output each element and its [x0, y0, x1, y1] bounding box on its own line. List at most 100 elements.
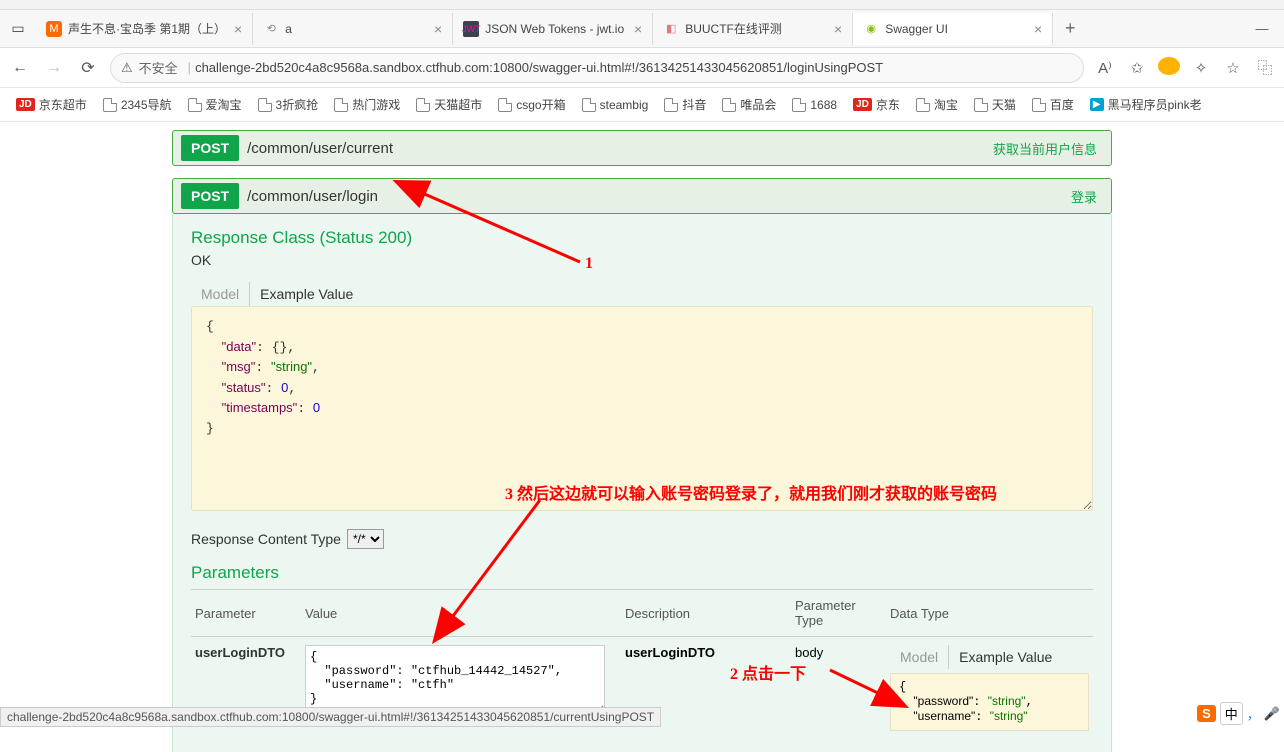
bookmarks-bar: JD京东超市 2345导航 爱淘宝 3折疯抢 热门游戏 天猫超市 csgo开箱 … [0, 88, 1284, 122]
swagger-content: POST /common/user/current 获取当前用户信息 POST … [0, 122, 1284, 752]
th-param-type: Parameter Type [791, 590, 886, 637]
sidebar-toggle-icon[interactable]: ▭ [0, 20, 36, 37]
content-type-label: Response Content Type [191, 531, 341, 547]
page-icon [664, 98, 678, 112]
ime-voice-icon: 🎤 [1264, 706, 1280, 722]
param-type: body [791, 637, 886, 740]
ime-comma-icon: ， [1247, 704, 1260, 723]
page-icon [103, 98, 117, 112]
bilibili-icon: ▶ [1090, 98, 1104, 111]
bookmark-item[interactable]: 热门游戏 [328, 94, 406, 115]
response-class-heading: Response Class (Status 200) [191, 228, 1093, 248]
th-data-type: Data Type [886, 590, 1093, 637]
param-value-input[interactable] [305, 645, 605, 715]
ime-lang: 中 [1220, 702, 1243, 725]
browser-tab-2[interactable]: JWT JSON Web Tokens - jwt.io × [453, 13, 653, 45]
star-icon[interactable]: ☆ [1222, 59, 1244, 77]
forward-button[interactable]: → [42, 59, 66, 77]
page-icon [258, 98, 272, 112]
jd-icon: JD [16, 98, 35, 111]
new-tab-button[interactable]: + [1053, 18, 1087, 39]
tab-close-icon[interactable]: × [434, 21, 442, 37]
page-icon [582, 98, 596, 112]
th-value: Value [301, 590, 621, 637]
sogou-icon: S [1197, 705, 1216, 722]
operation-desc: 获取当前用户信息 [993, 139, 1097, 158]
content-type-select[interactable]: */* [347, 529, 384, 549]
url-text: challenge-2bd520c4a8c9568a.sandbox.ctfhu… [195, 60, 883, 75]
browser-tab-3[interactable]: ◧ BUUCTF在线评测 × [653, 13, 853, 45]
page-icon [416, 98, 430, 112]
tab-close-icon[interactable]: × [634, 21, 642, 37]
status-bar: challenge-2bd520c4a8c9568a.sandbox.ctfhu… [0, 707, 661, 727]
bookmark-item[interactable]: 百度 [1026, 94, 1080, 115]
th-parameter: Parameter [191, 590, 301, 637]
tab-close-icon[interactable]: × [834, 21, 842, 37]
operation-header[interactable]: POST /common/user/login 登录 [172, 178, 1112, 214]
tab-strip: ▭ M 声生不息·宝岛季 第1期（上） × ⟲ a × JWT JSON Web… [0, 10, 1284, 48]
bookmark-item[interactable]: 1688 [786, 96, 843, 114]
dtype-tab-model[interactable]: Model [890, 645, 949, 669]
tab-model[interactable]: Model [191, 282, 250, 306]
operation-header[interactable]: POST /common/user/current 获取当前用户信息 [172, 130, 1112, 166]
tab-close-icon[interactable]: × [1034, 21, 1042, 37]
bookmark-item[interactable]: 2345导航 [97, 94, 178, 115]
page-icon [916, 98, 930, 112]
bookmark-item[interactable]: 淘宝 [910, 94, 964, 115]
ime-indicator[interactable]: S 中 ， 🎤 [1197, 702, 1280, 725]
operation-desc: 登录 [1071, 187, 1097, 206]
favicon: M [46, 21, 62, 37]
bookmark-item[interactable]: 天猫 [968, 94, 1022, 115]
bookmark-item[interactable]: steambig [576, 96, 655, 114]
browser-tab-1[interactable]: ⟲ a × [253, 13, 453, 45]
operation-path: /common/user/current [247, 140, 393, 157]
url-box[interactable]: ⚠ 不安全 | challenge-2bd520c4a8c9568a.sandb… [110, 53, 1084, 83]
dtype-tab-example[interactable]: Example Value [949, 645, 1062, 669]
parameters-heading: Parameters [191, 563, 1093, 583]
back-button[interactable]: ← [8, 59, 32, 77]
operation-body: Response Class (Status 200) OK Model Exa… [172, 214, 1112, 752]
operation-login: POST /common/user/login 登录 Response Clas… [172, 178, 1112, 752]
favicon: ◉ [863, 21, 879, 37]
tab-title: 声生不息·宝岛季 第1期（上） [68, 20, 226, 37]
profile-icon[interactable] [1158, 57, 1180, 79]
favorites-icon[interactable]: ✩ [1126, 59, 1148, 77]
tab-title: JSON Web Tokens - jwt.io [485, 22, 626, 36]
bookmark-item[interactable]: ▶黑马程序员pink老 [1084, 94, 1208, 115]
favicon: JWT [463, 21, 479, 37]
bookmark-item[interactable]: 抖音 [658, 94, 712, 115]
window-minimize[interactable]: — [1240, 21, 1284, 36]
browser-tab-0[interactable]: M 声生不息·宝岛季 第1期（上） × [36, 13, 253, 45]
bookmark-item[interactable]: 爱淘宝 [182, 94, 248, 115]
bookmark-item[interactable]: 天猫超市 [410, 94, 488, 115]
favicon: ⟲ [263, 21, 279, 37]
bookmark-item[interactable]: csgo开箱 [492, 94, 571, 115]
tab-title: BUUCTF在线评测 [685, 20, 826, 37]
browser-tab-4[interactable]: ◉ Swagger UI × [853, 13, 1053, 45]
page-icon [974, 98, 988, 112]
security-label: 不安全 [139, 58, 178, 77]
method-badge: POST [181, 183, 239, 209]
operation-current: POST /common/user/current 获取当前用户信息 [172, 130, 1112, 166]
page-icon [792, 98, 806, 112]
extensions-icon[interactable]: ✧ [1190, 59, 1212, 77]
bookmark-item[interactable]: JD京东超市 [10, 94, 93, 115]
page-icon [334, 98, 348, 112]
data-type-example[interactable]: { "password": "string", "username": "str… [890, 673, 1089, 731]
reload-button[interactable]: ⟳ [76, 58, 100, 78]
bookmark-item[interactable]: 唯品会 [716, 94, 782, 115]
tab-example-value[interactable]: Example Value [250, 282, 363, 306]
page-icon [722, 98, 736, 112]
bookmark-item[interactable]: 3折疯抢 [252, 94, 325, 115]
favicon: ◧ [663, 21, 679, 37]
tab-close-icon[interactable]: × [234, 21, 242, 37]
bookmark-item[interactable]: JD京东 [847, 94, 906, 115]
jd-icon: JD [853, 98, 872, 111]
security-warning-icon: ⚠ [121, 60, 133, 76]
collections-icon[interactable]: ⿻ [1254, 57, 1276, 78]
th-description: Description [621, 590, 791, 637]
read-aloud-icon[interactable]: A⁾ [1094, 59, 1116, 77]
method-badge: POST [181, 135, 239, 161]
response-example-code[interactable]: { "data": {}, "msg": "string", "status":… [191, 306, 1093, 511]
tab-title: Swagger UI [885, 22, 1026, 36]
